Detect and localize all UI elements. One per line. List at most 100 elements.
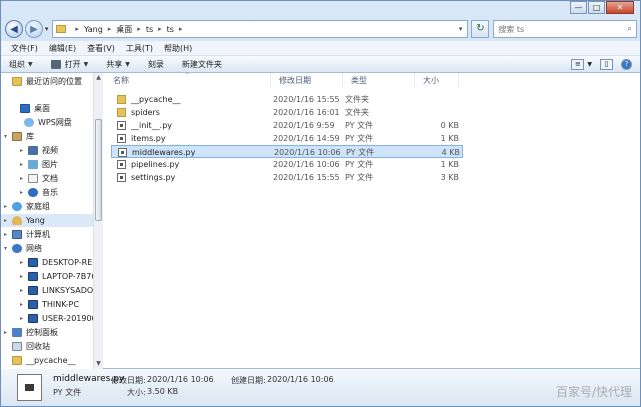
python-file-icon [117,173,126,182]
file-date: 2020/1/16 16:01 [273,108,340,117]
sidebar-item-15[interactable]: ▸ THINK-PC [1,298,93,311]
forward-button[interactable]: ▶ [24,20,43,38]
file-name-cell: settings.py [117,171,175,184]
column-type[interactable]: 类型 [343,73,415,88]
change-view-icon[interactable]: ≡ [571,58,585,70]
search-icon[interactable]: ⌕ [627,24,632,34]
chevron-down-icon[interactable]: ▼ [587,61,592,68]
navigation-scrollbar[interactable]: ▲ ▼ [93,73,103,369]
new-folder-button[interactable]: 新建文件夹 [182,59,222,70]
sidebar-item-3[interactable]: ▾ 库 [1,130,93,143]
chevron-right-icon[interactable]: ▸ [137,25,141,33]
file-row[interactable]: settings.py 2020/1/16 15:55 PY 文件 3 KB [111,171,463,184]
sidebar-item-7[interactable]: ▸ 音乐 [1,186,93,199]
sidebar-item-14[interactable]: ▸ LINKSYSADOO [1,284,93,297]
python-file-icon [118,148,127,157]
sidebar-item-10[interactable]: ▸ 计算机 [1,228,93,241]
expand-icon[interactable]: ▸ [20,315,28,322]
breadcrumb-ts[interactable]: ts [146,25,153,34]
breadcrumb-desktop[interactable]: 桌面 [116,24,132,35]
refresh-button[interactable]: ↻ [471,20,490,38]
expand-icon[interactable]: ▸ [4,203,12,210]
sidebar-item-12[interactable]: ▸ DESKTOP-REE [1,256,93,269]
file-name-cell: items.py [117,132,166,145]
menu-edit[interactable]: 编辑(E) [49,43,76,54]
collapse-icon[interactable]: ▾ [4,245,12,252]
command-bar: 组织 ▼ 打开 ▼ 共享 ▼ 刻录 新建文件夹 ≡ ▼ ▯ ? [1,56,640,73]
sidebar-item-16[interactable]: ▸ USER-201906 [1,312,93,325]
file-row[interactable]: middlewares.py 2020/1/16 10:06 PY 文件 4 KB [111,145,463,158]
search-input[interactable] [498,24,609,34]
expand-icon[interactable]: ▸ [20,301,28,308]
column-size[interactable]: 大小 [415,73,459,88]
collapse-icon[interactable]: ▾ [4,133,12,140]
chevron-right-icon[interactable]: ▸ [75,25,79,33]
maximize-button[interactable]: □ [588,1,605,14]
sidebar-item-0[interactable]: 最近访问的位置 [1,75,93,88]
file-row[interactable]: __pycache__ 2020/1/16 15:55 文件夹 [111,93,463,106]
breadcrumb-ts-current[interactable]: ts [167,25,174,34]
scroll-down-icon[interactable]: ▼ [94,359,103,369]
sidebar-item-13[interactable]: ▸ LAPTOP-7B76 [1,270,93,283]
network-icon [12,244,22,253]
expand-icon[interactable]: ▸ [20,175,28,182]
sidebar-item-1[interactable]: 桌面 [1,102,93,115]
sidebar-item-18[interactable]: 回收站 [1,340,93,353]
file-name: __init__.py [131,121,173,130]
breadcrumb-yang[interactable]: Yang [84,25,103,34]
scroll-up-icon[interactable]: ▲ [94,73,103,83]
expand-icon[interactable]: ▸ [4,329,12,336]
scroll-thumb[interactable] [95,119,102,221]
burn-button[interactable]: 刻录 [148,59,164,70]
file-type: PY 文件 [345,173,374,182]
sidebar-item-4[interactable]: ▸ 视频 [1,144,93,157]
address-dropdown-button[interactable]: ▾ [459,25,463,33]
expand-icon[interactable]: ▸ [20,189,28,196]
open-button[interactable]: 打开 ▼ [50,59,88,70]
expand-icon[interactable]: ▸ [20,273,28,280]
menu-tools[interactable]: 工具(T) [126,43,153,54]
close-button[interactable]: ✕ [606,1,634,14]
expand-icon[interactable]: ▸ [20,287,28,294]
sidebar-item-5[interactable]: ▸ 图片 [1,158,93,171]
expand-icon[interactable]: ▸ [4,231,12,238]
sidebar-item-17[interactable]: ▸ 控制面板 [1,326,93,339]
sidebar-item-8[interactable]: ▸ 家庭组 [1,200,93,213]
chevron-right-icon[interactable]: ▸ [158,25,162,33]
file-date: 2020/1/16 14:59 [273,134,340,143]
sidebar-item-2[interactable]: WPS网盘 [1,116,93,129]
chevron-right-icon[interactable]: ▸ [108,25,112,33]
expand-icon[interactable]: ▸ [4,217,12,224]
expand-icon[interactable]: ▸ [20,259,28,266]
address-bar[interactable]: ▸ Yang ▸ 桌面 ▸ ts ▸ ts ▸ ▾ [52,20,469,38]
sidebar-item-19[interactable]: __pycache__ [1,354,93,367]
menu-file[interactable]: 文件(F) [11,43,38,54]
sidebar-item-9[interactable]: ▸ Yang [1,214,93,227]
share-button[interactable]: 共享 ▼ [106,59,130,70]
file-row[interactable]: __init__.py 2020/1/16 9:59 PY 文件 0 KB [111,119,463,132]
organize-button[interactable]: 组织 ▼ [9,59,33,70]
folder-icon [56,25,67,33]
sidebar-item-label: DESKTOP-REE [42,258,93,267]
menu-help[interactable]: 帮助(H) [164,43,192,54]
column-date[interactable]: 修改日期 [271,73,343,88]
file-row[interactable]: spiders 2020/1/16 16:01 文件夹 [111,106,463,119]
file-row[interactable]: items.py 2020/1/16 14:59 PY 文件 1 KB [111,132,463,145]
expand-icon[interactable]: ▸ [20,147,28,154]
menu-bar: 文件(F) 编辑(E) 查看(V) 工具(T) 帮助(H) [1,41,640,56]
arrow-left-icon: ◀ [10,23,18,35]
recent-pages-button[interactable]: ▾ [45,25,49,33]
file-row[interactable]: pipelines.py 2020/1/16 10:06 PY 文件 1 KB [111,158,463,171]
chevron-right-icon[interactable]: ▸ [179,25,183,33]
file-size: 1 KB [440,160,459,169]
preview-pane-icon[interactable]: ▯ [600,58,613,70]
minimize-button[interactable]: — [570,1,587,14]
expand-icon[interactable]: ▸ [20,161,28,168]
menu-view[interactable]: 查看(V) [87,43,115,54]
column-name[interactable]: 名称 [105,73,271,88]
search-box[interactable]: ⌕ [493,20,637,38]
help-icon[interactable]: ? [621,58,632,70]
sidebar-item-6[interactable]: ▸ 文档 [1,172,93,185]
back-button[interactable]: ◀ [5,20,23,38]
sidebar-item-11[interactable]: ▾ 网络 [1,242,93,255]
